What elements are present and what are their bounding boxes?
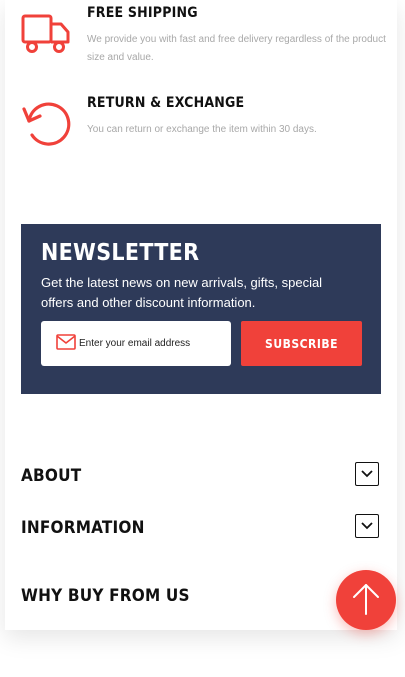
chevron-down-icon[interactable] [355, 514, 379, 538]
accordion-information[interactable]: INFORMATION [21, 514, 381, 544]
feature-description: We provide you with fast and free delive… [87, 34, 386, 63]
arrow-up-icon [351, 582, 381, 619]
email-input[interactable] [79, 333, 224, 353]
accordion-label: INFORMATION [21, 518, 145, 538]
scroll-to-top-button[interactable] [336, 570, 396, 630]
accordion-label: ABOUT [21, 466, 82, 486]
newsletter-text: Get the latest news on new arrivals, gif… [41, 275, 323, 310]
email-field[interactable] [41, 321, 231, 366]
chevron-down-icon[interactable] [355, 462, 379, 486]
return-arrow-icon [21, 99, 71, 154]
envelope-icon [56, 334, 76, 355]
footer-card: FREE SHIPPING We provide you with fast a… [5, 0, 397, 630]
accordion-about[interactable]: ABOUT [21, 462, 381, 492]
truck-icon [21, 14, 71, 59]
newsletter-title: NEWSLETTER [41, 240, 200, 266]
feature-description: You can return or exchange the item with… [87, 124, 317, 135]
accordion-why-buy-from-us[interactable]: WHY BUY FROM US [21, 582, 381, 612]
newsletter-panel: NEWSLETTER Get the latest news on new ar… [21, 224, 381, 394]
subscribe-button[interactable]: SUBSCRIBE [241, 321, 362, 366]
feature-title: RETURN & EXCHANGE [87, 95, 245, 111]
accordion-label: WHY BUY FROM US [21, 586, 190, 606]
feature-title: FREE SHIPPING [87, 5, 198, 21]
